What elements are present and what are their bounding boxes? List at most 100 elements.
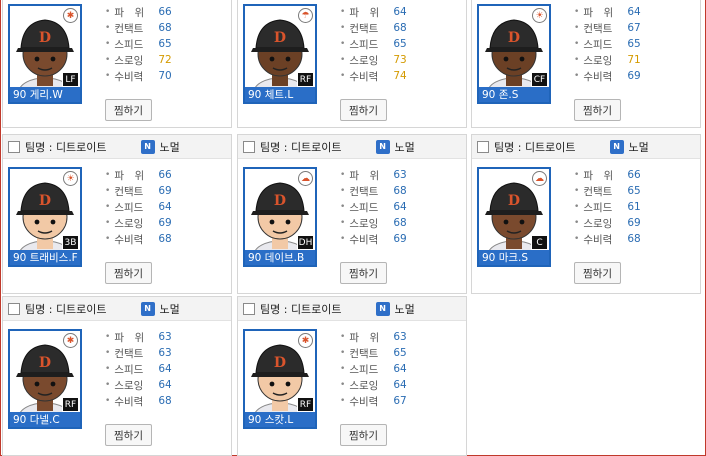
stat-value: 69 [627, 217, 641, 229]
stat-row: 파 위 63 [105, 329, 172, 345]
stat-value: 69 [627, 70, 641, 82]
stat-label: 파 위 [114, 331, 145, 344]
stat-label: 스피드 [349, 38, 379, 51]
stat-label: 파 위 [349, 6, 380, 19]
player-card: 팀명 : 디트로이트 N 노멀 D ✱ RF 90 스캇.L 파 위 63 컨택 [237, 296, 467, 456]
select-checkbox[interactable] [243, 302, 255, 315]
select-checkbox[interactable] [477, 140, 489, 153]
wishlist-button[interactable]: 찜하기 [574, 99, 621, 121]
card-header: 팀명 : 디트로이트 N 노멀 [472, 135, 700, 159]
stat-value: 64 [627, 6, 641, 18]
stat-value: 73 [393, 54, 407, 66]
wishlist-button[interactable]: 찜하기 [105, 424, 152, 446]
stat-label: 스피드 [349, 363, 379, 376]
stat-list: 파 위 64 컨택트 67 스피드 65 스로잉 71 수비력 69 [574, 4, 641, 84]
player-portrait[interactable]: D ☀ CF 90 존.S [477, 4, 551, 104]
snow-icon: ✱ [63, 8, 78, 23]
sun-icon: ☀ [532, 8, 547, 23]
stat-value: 69 [158, 185, 172, 197]
stat-row: 컨택트 67 [574, 20, 641, 36]
stat-list: 파 위 63 컨택트 63 스피드 64 스로잉 64 수비력 68 [105, 329, 172, 409]
player-portrait[interactable]: D ✱ RF 90 다넬.C [8, 329, 82, 429]
stat-value: 63 [158, 331, 172, 343]
stat-row: 컨택트 65 [574, 183, 640, 199]
stat-row: 파 위 66 [105, 167, 171, 183]
player-portrait[interactable]: D ✱ RF 90 스캇.L [243, 329, 317, 429]
wishlist-button[interactable]: 찜하기 [105, 99, 152, 121]
wishlist-button[interactable]: 찜하기 [105, 262, 152, 284]
player-portrait[interactable]: D ☂ RF 90 체트.L [243, 4, 317, 104]
team-label: 팀명 : 디트로이트 [260, 302, 342, 316]
normal-badge-icon: N [140, 139, 155, 154]
player-name: 90 존.S [479, 87, 549, 102]
stat-value: 66 [158, 6, 172, 18]
stat-list: 파 위 66 컨택트 65 스피드 61 스로잉 69 수비력 68 [574, 167, 641, 247]
stat-label: 스피드 [114, 201, 144, 214]
stat-value: 68 [158, 395, 172, 407]
stat-label: 파 위 [114, 169, 145, 182]
stat-row: 파 위 63 [340, 167, 407, 183]
stat-row: 스피드 65 [105, 36, 172, 52]
stat-list: 파 위 63 컨택트 68 스피드 64 스로잉 68 수비력 69 [340, 167, 407, 247]
stat-label: 수비력 [583, 233, 613, 246]
stat-row: 스피드 61 [574, 199, 641, 215]
stat-row: 스로잉 69 [574, 215, 641, 231]
player-portrait[interactable]: D ✱ LF 90 게리.W [8, 4, 82, 104]
card-header: 팀명 : 디트로이트 N 노멀 [238, 297, 466, 321]
stat-label: 스피드 [114, 363, 144, 376]
team-label: 팀명 : 디트로이트 [260, 140, 342, 154]
stat-label: 컨택트 [583, 185, 613, 198]
position-badge: RF [62, 397, 79, 412]
stat-row: 스로잉 64 [105, 377, 171, 393]
stat-label: 수비력 [349, 233, 379, 246]
snow-icon: ✱ [298, 333, 313, 348]
player-card: 팀명 : 디트로이트 N 노멀 D ✱ RF 90 다넬.C 파 위 63 컨택 [2, 296, 232, 456]
wishlist-button[interactable]: 찜하기 [340, 99, 387, 121]
position-badge: DH [297, 235, 314, 250]
stat-value: 63 [393, 169, 407, 181]
stat-label: 컨택트 [114, 347, 144, 360]
position-badge: 3B [62, 235, 79, 250]
stat-row: 파 위 66 [574, 167, 641, 183]
stat-value: 61 [627, 201, 641, 213]
player-card: 팀명 : 디트로이트 N 노멀 D ☀ 3B 90 트래비스.F 파 위 66 [2, 134, 232, 294]
stat-label: 컨택트 [583, 22, 613, 35]
umbrella-icon: ☂ [298, 8, 313, 23]
stat-value: 64 [393, 379, 407, 391]
stat-value: 66 [627, 169, 641, 181]
grade-label: 노멀 [159, 140, 180, 154]
player-name: 90 다넬.C [10, 412, 80, 427]
select-checkbox[interactable] [243, 140, 255, 153]
select-checkbox[interactable] [8, 302, 20, 315]
player-portrait[interactable]: D ☁ DH 90 데이브.B [243, 167, 317, 267]
position-badge: RF [297, 397, 314, 412]
sun-icon: ☀ [63, 171, 78, 186]
svg-text:D: D [274, 355, 286, 371]
normal-badge-icon: N [375, 139, 390, 154]
stat-value: 67 [627, 22, 641, 34]
player-card: 팀명 : 디트로이트 N 노멀 D ☁ C 90 마크.S 파 위 66 컨택트 [471, 134, 701, 294]
wishlist-button[interactable]: 찜하기 [340, 262, 387, 284]
position-badge: LF [62, 72, 79, 87]
stat-value: 68 [393, 22, 407, 34]
stat-list: 파 위 66 컨택트 68 스피드 65 스로잉 72 수비력 70 [105, 4, 172, 84]
player-portrait[interactable]: D ☁ C 90 마크.S [477, 167, 551, 267]
wishlist-button[interactable]: 찜하기 [340, 424, 387, 446]
stat-row: 스피드 64 [340, 199, 406, 215]
stat-row: 수비력 74 [340, 68, 406, 84]
stat-label: 수비력 [114, 395, 144, 408]
normal-badge-icon: N [609, 139, 624, 154]
stat-label: 파 위 [349, 169, 380, 182]
stat-label: 컨택트 [349, 347, 379, 360]
wishlist-button[interactable]: 찜하기 [574, 262, 621, 284]
stat-label: 수비력 [583, 70, 613, 83]
select-checkbox[interactable] [8, 140, 20, 153]
stat-value: 72 [158, 54, 172, 66]
player-portrait[interactable]: D ☀ 3B 90 트래비스.F [8, 167, 82, 267]
stat-value: 65 [393, 38, 407, 50]
stat-row: 스피드 65 [574, 36, 640, 52]
stat-label: 스피드 [114, 38, 144, 51]
stat-value: 65 [158, 38, 172, 50]
card-header: 팀명 : 디트로이트 N 노멀 [3, 135, 231, 159]
position-badge: RF [297, 72, 314, 87]
